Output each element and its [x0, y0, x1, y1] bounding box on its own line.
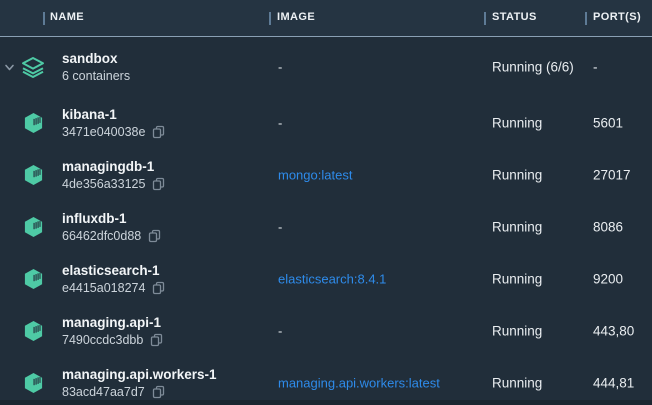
container-cube-icon — [21, 163, 45, 187]
container-name: managing.api-1 — [62, 314, 163, 331]
column-divider — [43, 12, 45, 25]
ports-cell: 27017 — [593, 168, 631, 183]
name-cell: managing.api.workers-1 83acd47aa7d7 — [62, 366, 217, 400]
container-id: 6 containers — [62, 68, 130, 84]
status-cell: Running — [492, 324, 542, 339]
container-cube-icon — [21, 215, 45, 239]
table-row[interactable]: influxdb-1 66462dfc0d88 - Running 8086 — [0, 201, 652, 253]
image-cell: - — [278, 324, 282, 339]
bottom-edge — [0, 400, 652, 405]
status-cell: Running — [492, 116, 542, 131]
container-id: 4de356a33125 — [62, 176, 145, 192]
copy-icon[interactable] — [152, 385, 165, 399]
column-header-name: NAME — [50, 11, 84, 23]
table-row[interactable]: kibana-1 3471e040038e - Running 5601 — [0, 97, 652, 149]
chevron-down-icon[interactable] — [3, 61, 15, 73]
container-name: influxdb-1 — [62, 210, 161, 227]
ports-cell: 444,81 — [593, 376, 634, 391]
image-cell: - — [278, 116, 282, 131]
ports-cell: 9200 — [593, 272, 623, 287]
containers-table: NAME IMAGE STATUS PORT(S) sandbox 6 contain… — [0, 0, 652, 405]
column-header-image: IMAGE — [277, 11, 315, 23]
ports-cell: 8086 — [593, 220, 623, 235]
container-id: e4415a018274 — [62, 280, 145, 296]
container-name: sandbox — [62, 50, 130, 67]
name-cell: managing.api-1 7490ccdc3dbb — [62, 314, 163, 348]
compose-stack-icon — [21, 55, 45, 79]
copy-icon[interactable] — [152, 125, 165, 139]
status-cell: Running — [492, 376, 542, 391]
container-name: kibana-1 — [62, 106, 165, 123]
container-id: 7490ccdc3dbb — [62, 332, 143, 348]
ports-cell: 443,80 — [593, 324, 634, 339]
container-cube-icon — [21, 111, 45, 135]
status-cell: Running — [492, 168, 542, 183]
table-row[interactable]: sandbox 6 containers - Running (6/6) - — [0, 37, 652, 97]
column-divider — [585, 12, 587, 25]
table-row[interactable]: managing.api.workers-1 83acd47aa7d7 mana… — [0, 357, 652, 405]
column-header-status: STATUS — [492, 11, 537, 23]
table-body: sandbox 6 containers - Running (6/6) - k… — [0, 37, 652, 405]
copy-icon[interactable] — [150, 333, 163, 347]
image-cell: - — [278, 220, 282, 235]
name-cell: sandbox 6 containers — [62, 50, 130, 84]
status-cell: Running — [492, 272, 542, 287]
container-id: 83acd47aa7d7 — [62, 384, 145, 400]
column-divider — [484, 12, 486, 25]
name-cell: influxdb-1 66462dfc0d88 — [62, 210, 161, 244]
container-cube-icon — [21, 319, 45, 343]
container-name: managing.api.workers-1 — [62, 366, 217, 383]
status-cell: Running (6/6) — [492, 60, 574, 75]
container-name: elasticsearch-1 — [62, 262, 165, 279]
table-row[interactable]: elasticsearch-1 e4415a018274 elasticsear… — [0, 253, 652, 305]
image-cell: - — [278, 60, 282, 75]
copy-icon[interactable] — [148, 229, 161, 243]
name-cell: elasticsearch-1 e4415a018274 — [62, 262, 165, 296]
copy-icon[interactable] — [152, 177, 165, 191]
ports-cell: 5601 — [593, 116, 623, 131]
image-link[interactable]: managing.api.workers:latest — [278, 376, 440, 391]
table-row[interactable]: managingdb-1 4de356a33125 mongo:latest R… — [0, 149, 652, 201]
ports-cell: - — [593, 60, 598, 75]
column-divider — [269, 12, 271, 25]
table-row[interactable]: managing.api-1 7490ccdc3dbb - Running 44… — [0, 305, 652, 357]
table-header: NAME IMAGE STATUS PORT(S) — [0, 0, 652, 37]
name-cell: managingdb-1 4de356a33125 — [62, 158, 165, 192]
column-header-ports: PORT(S) — [593, 11, 641, 23]
image-link[interactable]: mongo:latest — [278, 168, 352, 183]
status-cell: Running — [492, 220, 542, 235]
container-cube-icon — [21, 371, 45, 395]
copy-icon[interactable] — [152, 281, 165, 295]
name-cell: kibana-1 3471e040038e — [62, 106, 165, 140]
container-id: 3471e040038e — [62, 124, 145, 140]
container-cube-icon — [21, 267, 45, 291]
container-id: 66462dfc0d88 — [62, 228, 141, 244]
container-name: managingdb-1 — [62, 158, 165, 175]
image-link[interactable]: elasticsearch:8.4.1 — [278, 272, 386, 287]
